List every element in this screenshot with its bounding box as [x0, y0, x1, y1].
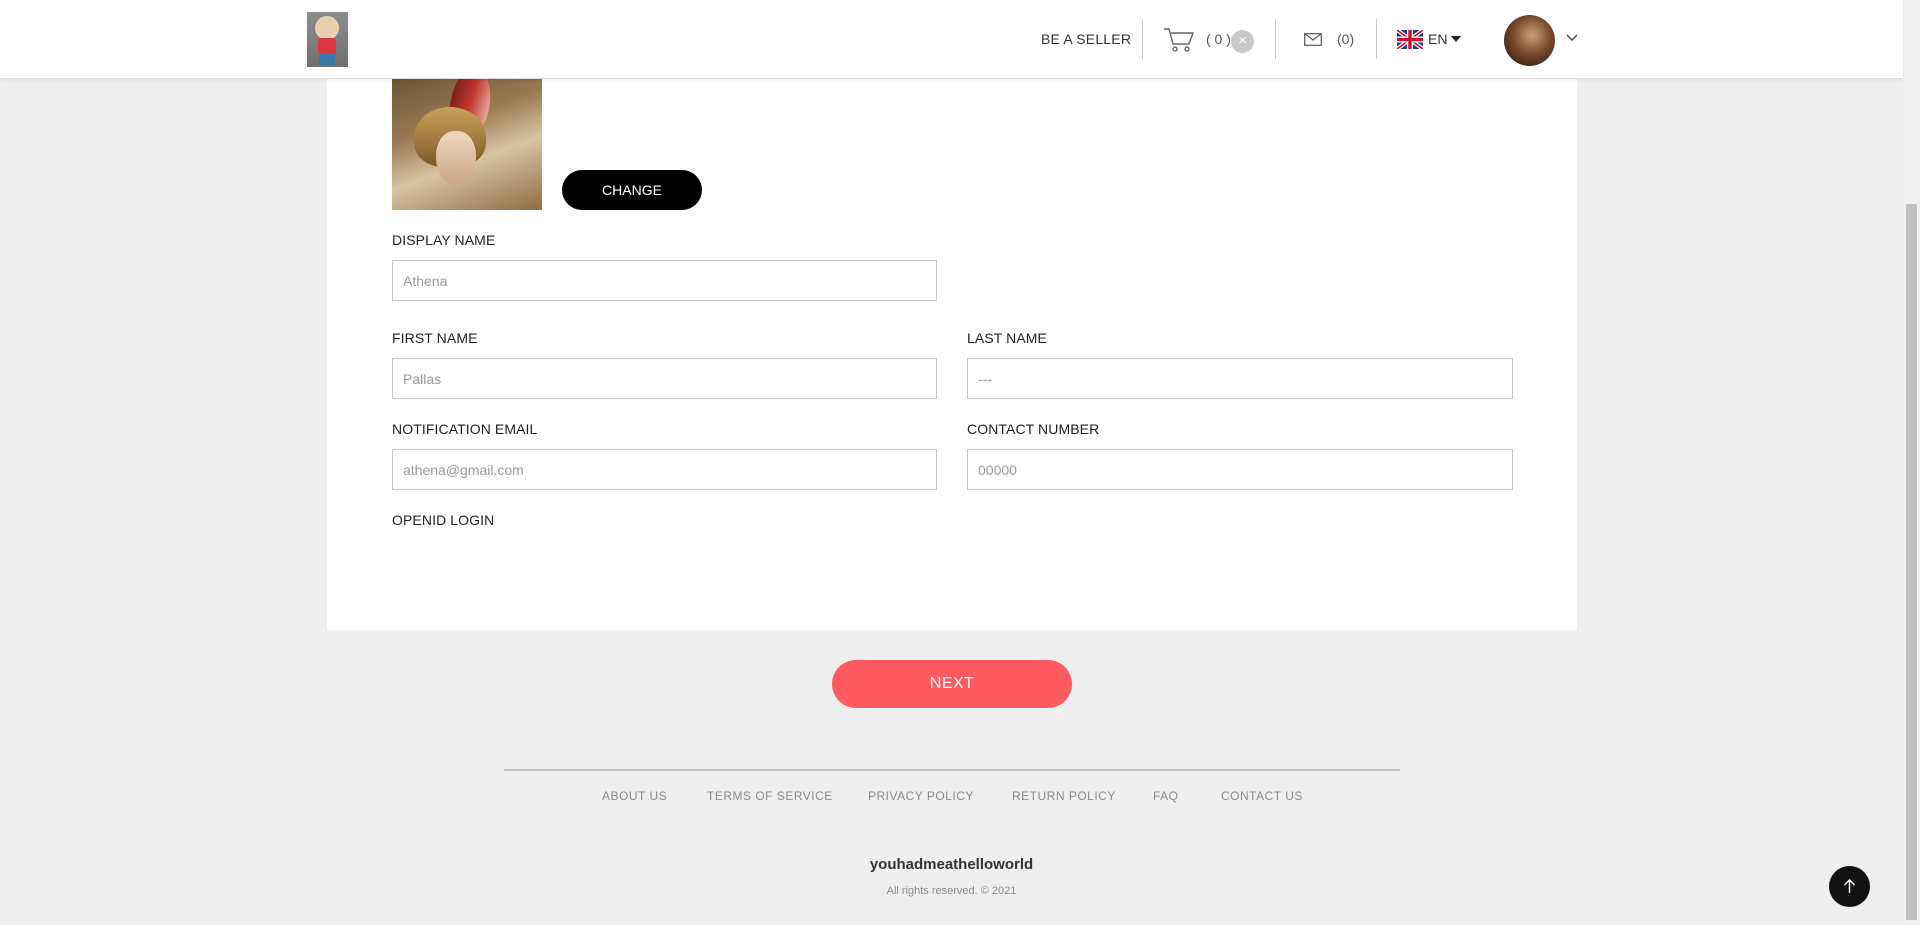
display-name-input[interactable] — [392, 260, 937, 301]
first-name-label: FIRST NAME — [392, 330, 478, 346]
messages-count: (0) — [1337, 31, 1355, 47]
footer-link-about-us[interactable]: ABOUT US — [602, 789, 667, 803]
first-name-input[interactable] — [392, 358, 937, 399]
divider — [1275, 19, 1276, 59]
notification-email-label: NOTIFICATION EMAIL — [392, 421, 538, 437]
close-icon[interactable]: × — [1231, 30, 1254, 53]
openid-login-label: OPENID LOGIN — [392, 512, 495, 528]
contact-number-input[interactable] — [967, 449, 1513, 490]
footer-link-return-policy[interactable]: RETURN POLICY — [1012, 789, 1116, 803]
footer-divider — [504, 769, 1400, 771]
last-name-input[interactable] — [967, 358, 1513, 399]
footer-brand: youhadmeathelloworld — [869, 856, 1034, 873]
caret-down-icon[interactable] — [1451, 36, 1461, 42]
next-button[interactable]: NEXT — [832, 660, 1072, 708]
contact-number-label: CONTACT NUMBER — [967, 421, 1100, 437]
cart-icon[interactable] — [1163, 27, 1195, 53]
footer-link-terms-of-service[interactable]: TERMS OF SERVICE — [707, 789, 833, 803]
divider — [1376, 19, 1377, 59]
change-photo-button[interactable]: CHANGE — [562, 170, 702, 210]
scrollbar-thumb[interactable] — [1906, 204, 1917, 920]
footer-link-faq[interactable]: FAQ — [1153, 789, 1179, 803]
notification-email-input[interactable] — [392, 449, 937, 490]
language-selector[interactable]: EN — [1428, 31, 1447, 47]
display-name-label: DISPLAY NAME — [392, 232, 496, 248]
be-a-seller-link[interactable]: BE A SELLER — [1041, 31, 1131, 47]
profile-picture — [392, 79, 542, 210]
uk-flag-icon[interactable] — [1397, 30, 1423, 49]
footer-link-privacy-policy[interactable]: PRIVACY POLICY — [868, 789, 974, 803]
user-avatar[interactable] — [1504, 15, 1555, 66]
footer-link-contact-us[interactable]: CONTACT US — [1221, 789, 1303, 803]
divider — [1142, 19, 1143, 59]
cart-count: ( 0 ) — [1206, 31, 1231, 47]
mail-icon[interactable] — [1304, 33, 1322, 46]
logo-image[interactable] — [307, 12, 348, 67]
chevron-down-icon[interactable] — [1565, 33, 1579, 43]
arrow-up-icon — [1844, 879, 1855, 893]
top-navbar: BE A SELLER ( 0 ) × (0) EN — [0, 0, 1903, 79]
scroll-to-top-button[interactable] — [1829, 866, 1870, 907]
copyright-text: All rights reserved. © 2021 — [886, 885, 1017, 897]
last-name-label: LAST NAME — [967, 330, 1047, 346]
